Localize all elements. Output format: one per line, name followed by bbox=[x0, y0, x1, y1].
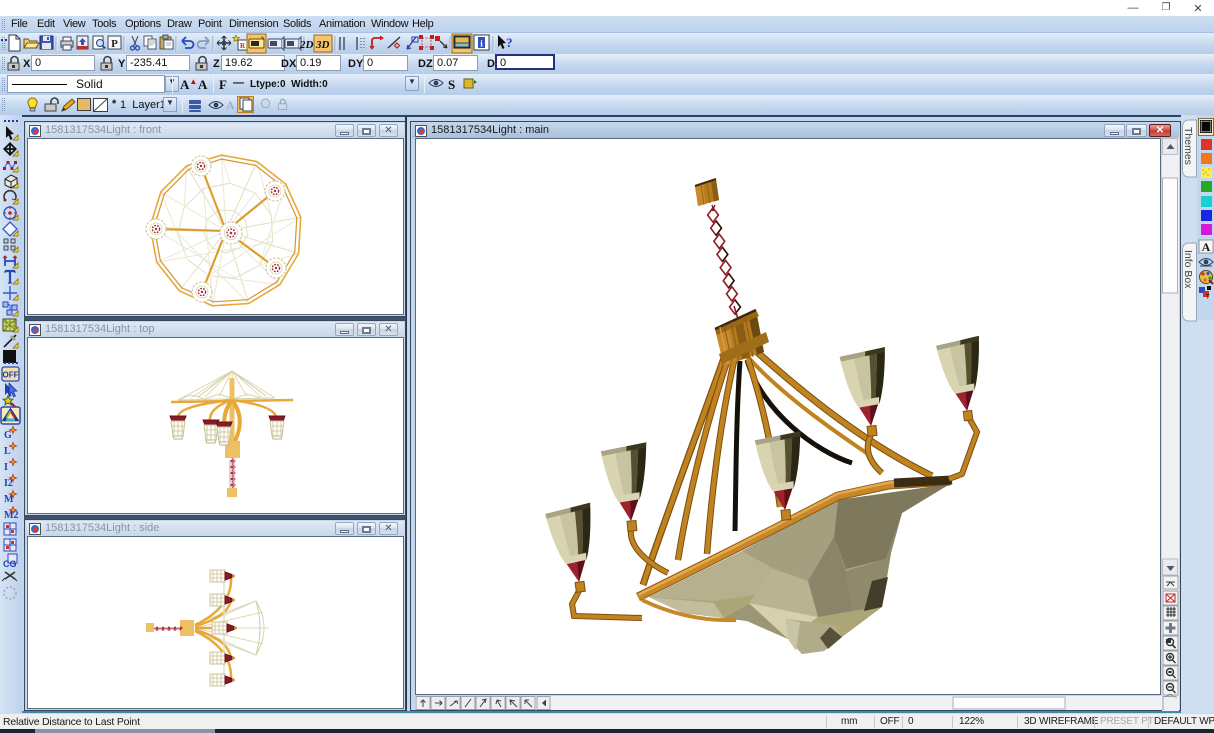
svg-text:I2: I2 bbox=[4, 478, 13, 489]
svg-text:3D: 3D bbox=[315, 39, 330, 51]
svg-text:M2: M2 bbox=[4, 510, 18, 521]
svg-text:CG: CG bbox=[3, 559, 17, 569]
svg-text:T: T bbox=[1206, 295, 1210, 301]
svg-text:?: ? bbox=[506, 35, 513, 50]
svg-text:G: G bbox=[4, 430, 12, 441]
svg-text:Info Box: Info Box bbox=[1182, 250, 1194, 289]
svg-text:OFF: OFF bbox=[3, 371, 19, 380]
svg-text:Themes: Themes bbox=[1182, 127, 1194, 165]
svg-text:L: L bbox=[4, 446, 11, 457]
svg-text:A: A bbox=[1202, 240, 1211, 254]
svg-text:P: P bbox=[111, 38, 118, 50]
svg-text:2D: 2D bbox=[299, 39, 314, 51]
svg-text:I: I bbox=[4, 462, 8, 473]
